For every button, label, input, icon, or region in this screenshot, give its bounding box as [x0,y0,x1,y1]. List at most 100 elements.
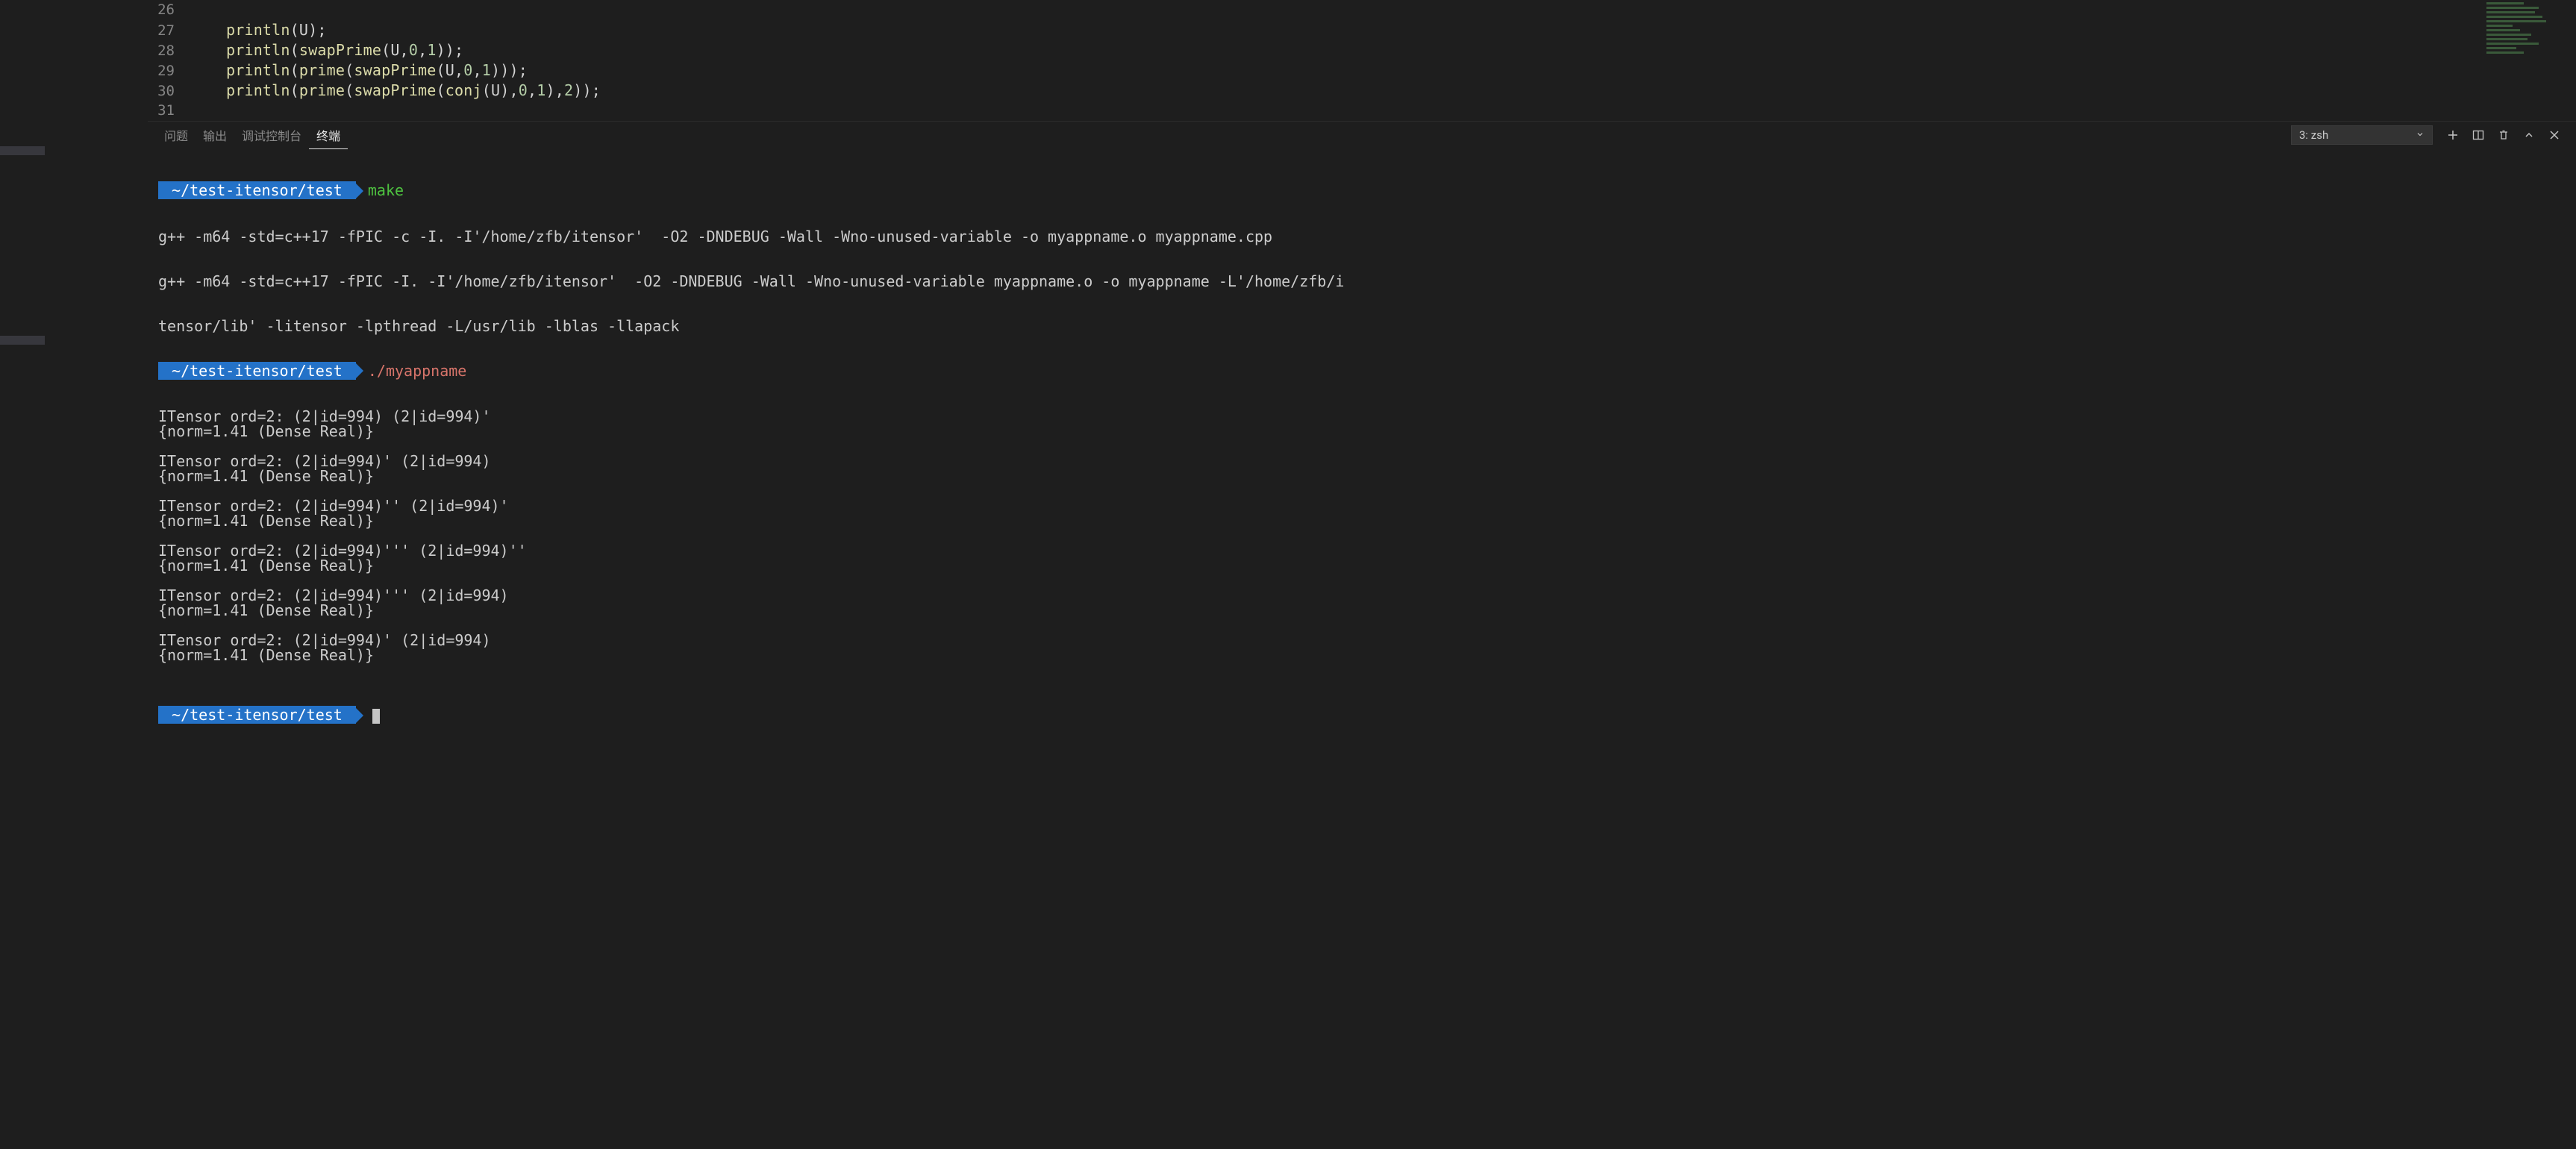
terminal-output[interactable]: ~/test-itensor/test make g++ -m64 -std=c… [148,148,2576,1149]
cmd-run: ./myappname [368,362,466,380]
terminal-blank-line [158,528,2566,543]
tab-debug-console[interactable]: 调试控制台 [234,126,309,144]
code-token: println [226,41,290,59]
code-editor[interactable]: 2627 println(U);28 println(swapPrime(U,0… [148,0,2576,121]
code-token: ( [290,81,299,99]
kill-terminal-button[interactable] [2492,125,2515,145]
code-token: 0 [519,81,528,99]
code-token: swapPrime [354,61,436,79]
program-output: ITensor ord=2: (2|id=994) (2|id=994)'{no… [158,409,2566,677]
code-token: ( [345,61,354,79]
code-token: println [226,21,290,39]
code-line[interactable]: 31 [148,101,2576,121]
terminal-blank-line [158,618,2566,633]
code-line[interactable]: 28 println(swapPrime(U,0,1)); [148,40,2576,60]
chevron-up-icon [2523,129,2535,141]
gutter-mark [0,336,45,345]
line-number: 29 [148,61,190,81]
tab-problems[interactable]: 问题 [157,126,196,144]
code-token: ( [437,81,446,99]
prompt-path: ~/test-itensor/test [158,362,356,380]
code-token [190,21,226,39]
split-terminal-button[interactable] [2467,125,2489,145]
code-content[interactable]: println(prime(swapPrime(conj(U),0,1),2))… [190,81,601,101]
terminal-blank-line [158,573,2566,588]
code-token: 1 [537,81,545,99]
line-number: 30 [148,81,190,101]
code-token: 0 [409,41,418,59]
terminal-line: ITensor ord=2: (2|id=994)'' (2|id=994)' [158,498,2566,513]
terminal-blank-line [158,663,2566,677]
code-token: prime [299,61,345,79]
terminal-line: ITensor ord=2: (2|id=994)''' (2|id=994) [158,588,2566,603]
code-content[interactable]: println(U); [190,20,327,40]
terminal-line: {norm=1.41 (Dense Real)} [158,513,2566,528]
prompt-arrow-icon [356,363,363,378]
code-content[interactable]: println(prime(swapPrime(U,0,1))); [190,60,528,81]
editor-left-gutter [0,0,148,1149]
code-token: (U, [437,61,464,79]
terminal-line: {norm=1.41 (Dense Real)} [158,603,2566,618]
prompt-line-idle: ~/test-itensor/test [158,707,2566,724]
line-number: 27 [148,21,190,41]
prompt-arrow-icon [356,708,363,723]
code-token: swapPrime [354,81,436,99]
tab-output[interactable]: 输出 [196,126,234,144]
code-content[interactable]: println(swapPrime(U,0,1)); [190,40,463,60]
prompt-line-run: ~/test-itensor/test ./myappname [158,363,2566,380]
code-token: ))); [491,61,528,79]
line-number: 26 [148,0,190,20]
make-output-line: g++ -m64 -std=c++17 -fPIC -c -I. -I'/hom… [158,229,2566,244]
terminal-select[interactable]: 3: zsh [2291,125,2433,145]
code-line[interactable]: 26 [148,0,2576,20]
terminal-line: {norm=1.41 (Dense Real)} [158,558,2566,573]
plus-icon [2447,129,2459,141]
code-token: ( [290,41,299,59]
line-number: 31 [148,101,190,121]
code-line[interactable]: 29 println(prime(swapPrime(U,0,1))); [148,60,2576,81]
prompt-path: ~/test-itensor/test [158,181,356,199]
chevron-down-icon [2416,128,2425,142]
cmd-make: make [368,181,404,199]
trash-icon [2498,129,2510,141]
code-token [190,41,226,59]
split-icon [2472,129,2484,141]
code-token: (U), [482,81,519,99]
main-column: 2627 println(U);28 println(swapPrime(U,0… [148,0,2576,1149]
terminal-line: {norm=1.41 (Dense Real)} [158,648,2566,663]
code-token: (U); [290,21,327,39]
maximize-panel-button[interactable] [2518,125,2540,145]
code-token: 1 [482,61,491,79]
code-token: ( [345,81,354,99]
code-token: , [418,41,427,59]
code-token [190,61,226,79]
code-token: , [473,61,482,79]
terminal-line: ITensor ord=2: (2|id=994)' (2|id=994) [158,633,2566,648]
prompt-line-make: ~/test-itensor/test make [158,183,2566,199]
code-token: 1 [427,41,436,59]
code-line[interactable]: 27 println(U); [148,20,2576,40]
code-token: swapPrime [299,41,381,59]
terminal-line: {norm=1.41 (Dense Real)} [158,424,2566,439]
prompt-path: ~/test-itensor/test [158,706,356,724]
bottom-panel: 问题 输出 调试控制台 终端 3: zsh [148,121,2576,1149]
make-output-line: g++ -m64 -std=c++17 -fPIC -I. -I'/home/z… [158,274,2566,289]
code-token: println [226,81,290,99]
code-token: println [226,61,290,79]
close-icon [2548,129,2560,141]
code-token: prime [299,81,345,99]
code-token: 0 [463,61,472,79]
terminal-line: ITensor ord=2: (2|id=994) (2|id=994)' [158,409,2566,424]
close-panel-button[interactable] [2543,125,2566,145]
prompt-arrow-icon [356,184,363,198]
make-output-line: tensor/lib' -litensor -lpthread -L/usr/l… [158,319,2566,334]
code-line[interactable]: 30 println(prime(swapPrime(conj(U),0,1),… [148,81,2576,101]
terminal-cursor [372,709,380,724]
code-token: )); [573,81,601,99]
tab-terminal[interactable]: 终端 [309,126,348,149]
terminal-line: ITensor ord=2: (2|id=994)''' (2|id=994)'… [158,543,2566,558]
code-token: ( [290,61,299,79]
line-number: 28 [148,41,190,61]
terminal-select-label: 3: zsh [2299,128,2328,142]
new-terminal-button[interactable] [2442,125,2464,145]
